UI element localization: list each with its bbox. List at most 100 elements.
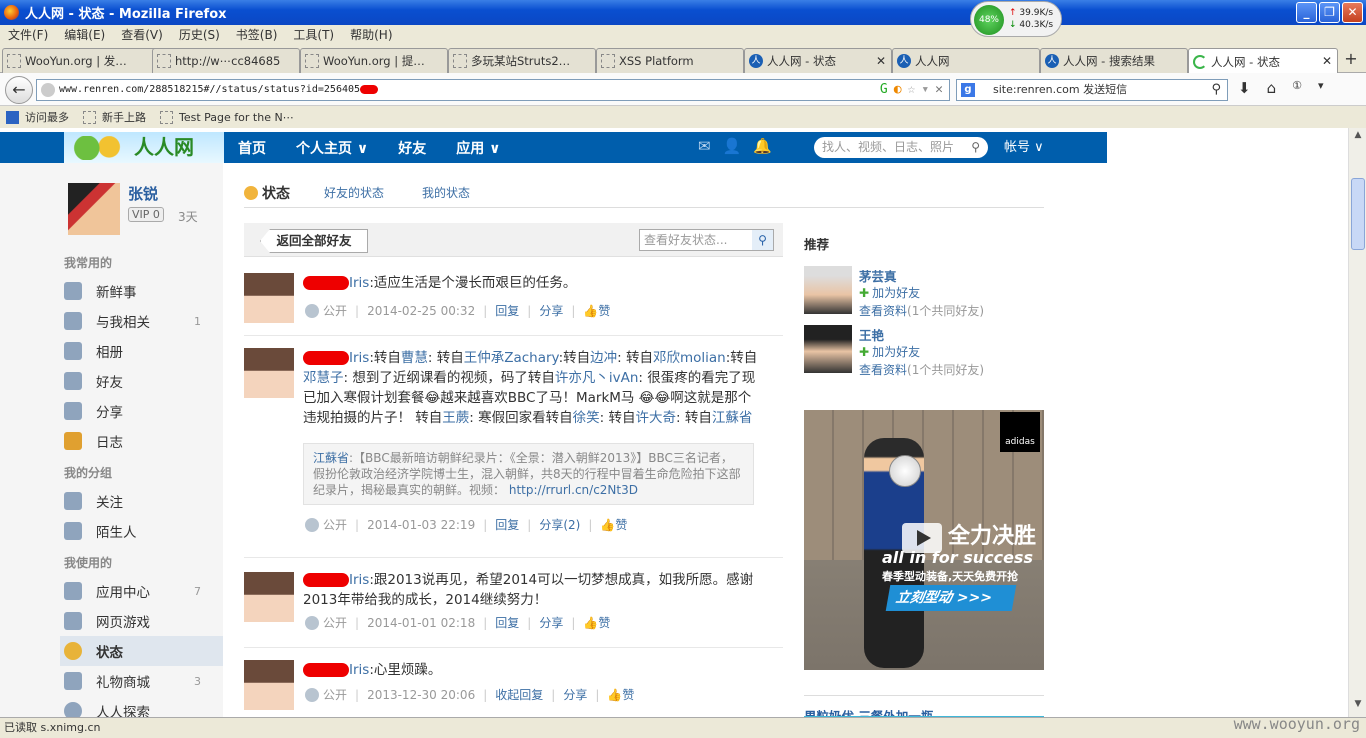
like-icon[interactable]: 👍: [583, 616, 598, 630]
bookmark-getting-started[interactable]: 新手上路: [83, 109, 146, 125]
adidas-ad-banner[interactable]: adidas 全力决胜 all in for success 春季型动装备,天天…: [804, 410, 1044, 670]
post-avatar[interactable]: [244, 348, 294, 398]
like-link[interactable]: 赞: [615, 516, 627, 533]
sidebar-item-friends[interactable]: 好友: [64, 366, 223, 396]
rec-avatar[interactable]: [804, 325, 852, 373]
addon-badge-icon[interactable]: ①: [1292, 79, 1302, 97]
sidebar-item-status[interactable]: 状态: [60, 636, 223, 666]
sidebar-item-app-center[interactable]: 应用中心 7: [64, 576, 223, 606]
menu-icon[interactable]: ▾: [1318, 79, 1324, 97]
menu-help[interactable]: 帮助(H): [342, 25, 400, 45]
like-link[interactable]: 赞: [622, 686, 634, 703]
sidebar-item-share[interactable]: 分享: [64, 396, 223, 426]
reply-link[interactable]: 回复: [495, 302, 519, 319]
quoted-video-link[interactable]: http://rrurl.cn/c2Nt3D: [509, 483, 638, 497]
share-link[interactable]: 分享(2): [539, 516, 580, 533]
menu-edit[interactable]: 编辑(E): [56, 25, 113, 45]
bookmark-test-page[interactable]: Test Page for the N⋯: [160, 110, 294, 124]
post-avatar[interactable]: [244, 572, 294, 622]
scrollbar-thumb[interactable]: [1351, 178, 1365, 250]
friend-request-icon[interactable]: 👤: [723, 137, 742, 155]
nav-home[interactable]: 首页: [238, 138, 266, 158]
sidebar-item-follow[interactable]: 关注: [64, 486, 223, 516]
account-menu[interactable]: 帐号 ∨: [1004, 132, 1044, 163]
rec-avatar[interactable]: [804, 266, 852, 314]
like-icon[interactable]: 👍: [607, 688, 622, 702]
renren-logo[interactable]: 人人网: [64, 132, 224, 163]
add-friend-button[interactable]: 加为好友: [859, 284, 920, 301]
notification-bell-icon[interactable]: 🔔: [753, 137, 772, 155]
tab-close-icon[interactable]: ✕: [876, 54, 886, 68]
sidebar-item-news[interactable]: 新鲜事: [64, 276, 223, 306]
like-icon[interactable]: 👍: [583, 304, 598, 318]
sidebar-item-web-games[interactable]: 网页游戏: [64, 606, 223, 636]
friend-status-search-input[interactable]: 查看好友状态... ⚲: [639, 229, 774, 251]
close-window-button[interactable]: ✕: [1342, 2, 1363, 23]
url-bar[interactable]: www.renren.com/288518215#//status/status…: [36, 79, 950, 101]
minimize-button[interactable]: _: [1296, 2, 1317, 23]
sidebar-item-blog[interactable]: 日志: [64, 426, 223, 456]
share-link[interactable]: 分享: [539, 302, 563, 319]
tab-close-icon[interactable]: ✕: [1322, 54, 1332, 68]
nav-apps[interactable]: 应用 ∨: [456, 138, 500, 158]
view-profile-link[interactable]: 查看资料(1个共同好友): [859, 361, 984, 378]
search-icon[interactable]: ⚲: [752, 230, 773, 250]
add-friend-button[interactable]: 加为好友: [859, 343, 920, 360]
nav-profile[interactable]: 个人主页 ∨: [296, 138, 368, 158]
tab-wooyun-2[interactable]: WooYun.org | 提…: [300, 48, 448, 73]
share-link[interactable]: 分享: [563, 686, 587, 703]
post-avatar[interactable]: [244, 273, 294, 323]
network-monitor[interactable]: 48% ↑ 39.9K/s ↓ 40.3K/s: [970, 1, 1062, 37]
home-icon[interactable]: ⌂: [1267, 79, 1277, 97]
ad2-title[interactable]: 果粒奶优 三餐外加一瓶: [804, 695, 1044, 717]
rec-name[interactable]: 王艳: [859, 325, 884, 344]
sidebar-item-strangers[interactable]: 陌生人: [64, 516, 223, 546]
site-search-input[interactable]: 找人、视频、日志、照片 ⚲: [814, 137, 988, 158]
stop-icon[interactable]: ✕: [935, 82, 943, 98]
vip-badge[interactable]: VIP 0: [128, 207, 164, 222]
view-profile-link[interactable]: 查看资料(1个共同好友): [859, 302, 984, 319]
post-avatar[interactable]: [244, 660, 294, 710]
search-icon[interactable]: ⚲: [971, 137, 980, 158]
rec-name[interactable]: 茅芸真: [859, 266, 897, 285]
tab-my-status[interactable]: 我的状态: [422, 184, 470, 201]
sidebar-item-mentions[interactable]: 与我相关 1: [64, 306, 223, 336]
menu-file[interactable]: 文件(F): [0, 25, 56, 45]
messages-icon[interactable]: ✉: [698, 137, 711, 155]
addon-icon[interactable]: ◐: [894, 82, 902, 98]
sidebar-item-gift-shop[interactable]: 礼物商城 3: [64, 666, 223, 696]
collapse-reply-link[interactable]: 收起回复: [495, 686, 543, 703]
sidebar-item-explore[interactable]: 人人探索: [64, 696, 223, 717]
scroll-down-icon[interactable]: ▼: [1351, 699, 1365, 715]
tab-friends-status[interactable]: 好友的状态: [324, 184, 384, 201]
menu-bookmarks[interactable]: 书签(B): [228, 25, 286, 45]
share-link[interactable]: 分享: [539, 614, 563, 631]
tab-renren[interactable]: 人人人网: [892, 48, 1040, 73]
like-link[interactable]: 赞: [598, 614, 610, 631]
bookmark-star-icon[interactable]: ☆: [908, 82, 916, 98]
menu-history[interactable]: 历史(S): [171, 25, 228, 45]
nav-friends[interactable]: 好友: [398, 138, 426, 158]
tab-xss-platform[interactable]: XSS Platform: [596, 48, 744, 73]
like-icon[interactable]: 👍: [600, 518, 615, 532]
sidebar-item-album[interactable]: 相册: [64, 336, 223, 366]
tab-status[interactable]: 状态: [244, 183, 290, 203]
reply-link[interactable]: 回复: [495, 516, 519, 533]
reply-link[interactable]: 回复: [495, 614, 519, 631]
tab-renren-status-1[interactable]: 人人人网 - 状态 ✕: [744, 48, 892, 73]
avatar[interactable]: [68, 183, 120, 235]
tab-struts2[interactable]: 多玩某站Struts2…: [448, 48, 596, 73]
download-icon[interactable]: ⬇: [1238, 79, 1251, 97]
page-scrollbar[interactable]: ▲ ▼: [1348, 128, 1366, 717]
tab-renren-search[interactable]: 人人人网 - 搜索结果: [1040, 48, 1188, 73]
menu-tools[interactable]: 工具(T): [285, 25, 342, 45]
menu-view[interactable]: 查看(V): [113, 25, 171, 45]
back-to-all-friends-button[interactable]: 返回全部好友: [260, 229, 368, 253]
search-box[interactable]: g site:renren.com 发送短信 ⚲: [956, 79, 1228, 101]
like-link[interactable]: 赞: [598, 302, 610, 319]
scroll-up-icon[interactable]: ▲: [1351, 130, 1365, 146]
search-icon[interactable]: ⚲: [1211, 80, 1221, 100]
dropdown-arrow-icon[interactable]: ▾: [921, 82, 929, 98]
g-extension-icon[interactable]: G: [880, 82, 888, 98]
back-button[interactable]: ←: [5, 76, 33, 104]
